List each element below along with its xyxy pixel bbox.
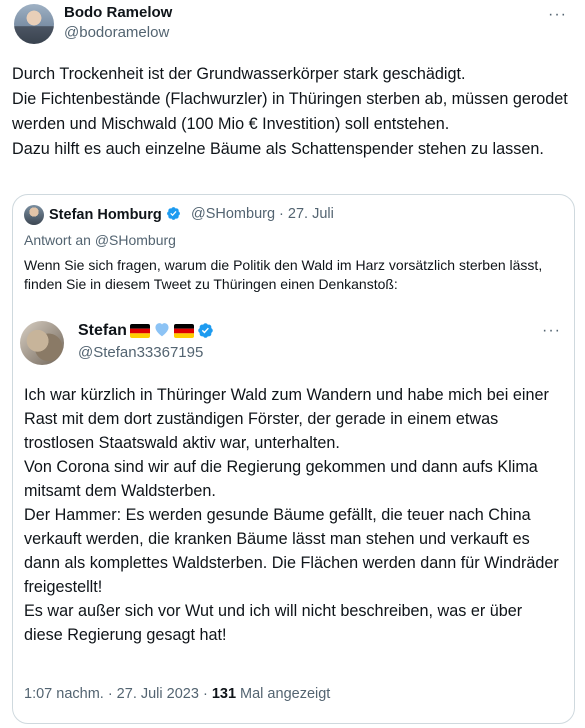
quoted-author-name[interactable]: Stefan Homburg xyxy=(49,206,181,223)
quoted-tweet-text: Wenn Sie sich fragen, warum die Politik … xyxy=(24,257,547,292)
views-count: 131 xyxy=(211,686,237,702)
nested-tweet-text: Ich war kürzlich in Thüringer Wald zum W… xyxy=(24,386,559,644)
nested-author-handle[interactable]: @Stefan33367195 xyxy=(78,344,203,361)
reply-to-label[interactable]: Antwort an @SHomburg xyxy=(24,232,176,248)
quoted-author-avatar[interactable] xyxy=(24,205,44,225)
nested-author-display-name[interactable]: Stefan xyxy=(78,322,127,340)
quoted-author-display-name[interactable]: Stefan Homburg xyxy=(49,207,162,223)
verified-badge-icon xyxy=(198,323,213,338)
nested-author-name[interactable]: Stefan xyxy=(78,321,214,340)
nested-author-avatar[interactable] xyxy=(20,321,64,365)
nested-more-options-icon[interactable]: ··· xyxy=(542,322,561,340)
german-flag-icon xyxy=(173,323,194,338)
quoted-handle-date[interactable]: @SHomburg · 27. Juli xyxy=(191,206,334,222)
tweet-meta: 1:07 nachm. · 27. Juli 2023 · 131 Mal an… xyxy=(24,686,330,702)
timestamp[interactable]: 1:07 nachm. · 27. Juli 2023 · xyxy=(24,686,212,702)
german-flag-icon xyxy=(129,323,150,338)
author-avatar[interactable] xyxy=(14,4,54,44)
author-display-name[interactable]: Bodo Ramelow xyxy=(64,4,172,21)
author-handle[interactable]: @bodoramelow xyxy=(64,24,169,41)
verified-badge-icon xyxy=(166,207,180,220)
tweet-text: Durch Trockenheit ist der Grundwasserkör… xyxy=(12,65,568,158)
more-options-icon[interactable]: ··· xyxy=(548,6,567,24)
views-label: Mal angezeigt xyxy=(236,686,331,702)
blue-heart-icon xyxy=(153,321,171,340)
